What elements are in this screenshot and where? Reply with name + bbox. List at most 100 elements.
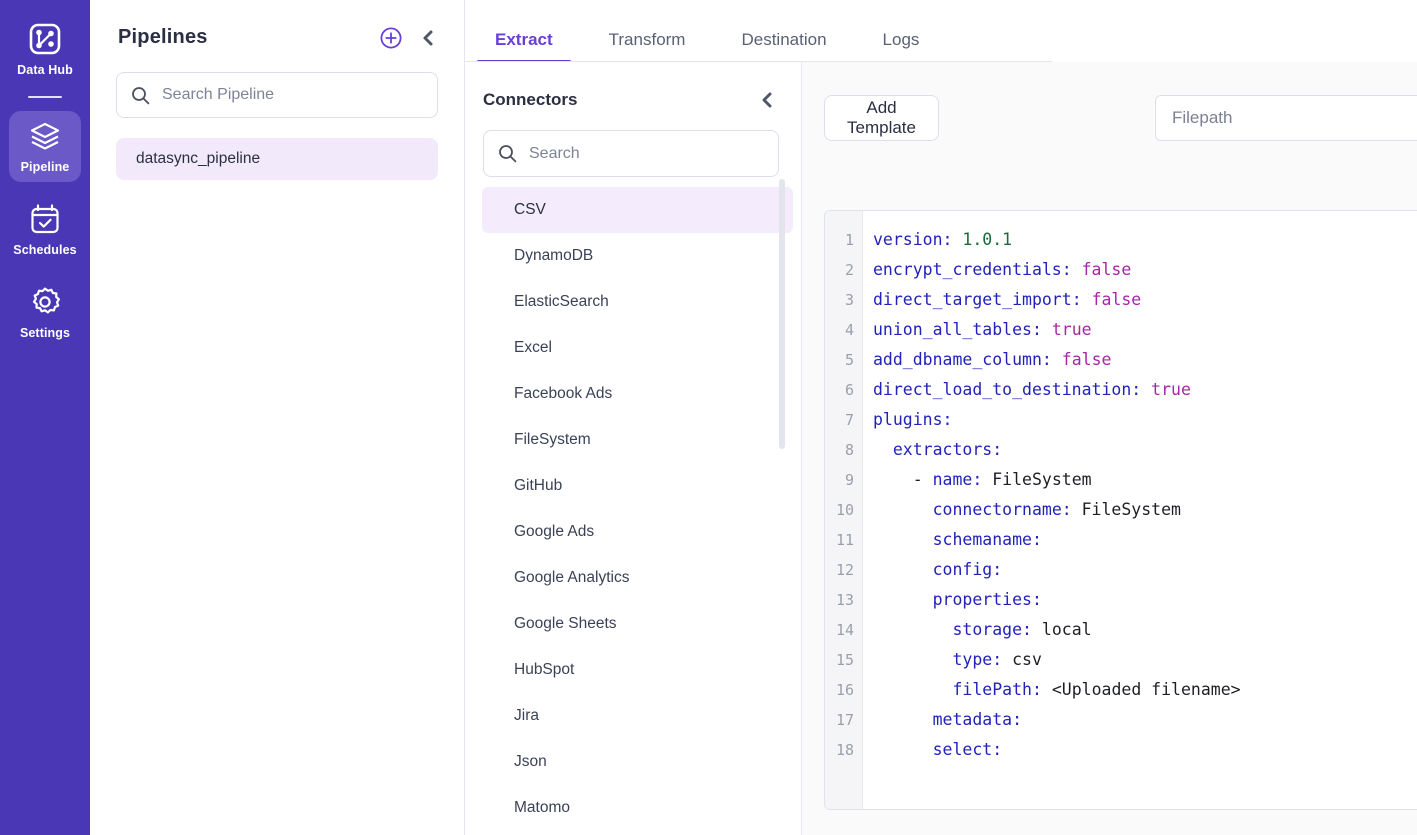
code-token: 1.0.1 [962, 230, 1012, 249]
code-token: - [873, 470, 933, 489]
collapse-connectors-chevron-left-icon[interactable] [759, 91, 775, 109]
list-item[interactable]: CSV [482, 187, 793, 233]
code-token: : [1032, 320, 1052, 339]
code-token: true [1052, 320, 1092, 339]
connector-label: FileSystem [514, 431, 591, 449]
page-title: Pipelines [118, 26, 380, 49]
filepath-input[interactable] [1155, 95, 1417, 141]
sidebar-item-label: Settings [20, 326, 70, 340]
code-token: direct_load_to_destination [873, 380, 1131, 399]
main-content: Extract Transform Destination Logs Conne… [465, 0, 1417, 835]
code-line: select: [873, 735, 1417, 765]
code-line: filePath: <Uploaded filename> [873, 675, 1417, 705]
code-token: storage [952, 620, 1022, 639]
code-token [873, 650, 952, 669]
search-input[interactable] [162, 86, 423, 104]
code-token: version [873, 230, 943, 249]
code-token [873, 620, 952, 639]
tab-logs[interactable]: Logs [883, 30, 920, 62]
tab-destination[interactable]: Destination [741, 30, 826, 62]
code-token: metadata [933, 710, 1012, 729]
code-token: : [1042, 350, 1062, 369]
connector-label: CSV [514, 201, 546, 219]
yaml-editor[interactable]: 123456789101112131415161718 version: 1.0… [824, 210, 1417, 810]
list-item[interactable]: datasync_pipeline [116, 138, 438, 180]
list-item[interactable]: Json [482, 739, 793, 785]
list-item[interactable]: Jira [482, 693, 793, 739]
line-number: 7 [825, 405, 862, 435]
code-token: properties [933, 590, 1032, 609]
sidebar-item-label: Pipeline [21, 160, 70, 174]
editor-toolbar: Add Template [802, 62, 1417, 150]
code-token: : [992, 440, 1002, 459]
connector-label: Excel [514, 339, 552, 357]
code-token: false [1092, 290, 1142, 309]
sidebar-item-pipeline[interactable]: Pipeline [9, 111, 81, 182]
code-token [873, 500, 933, 519]
list-item[interactable]: DynamoDB [482, 233, 793, 279]
pipelines-panel: Pipelines datasy [90, 0, 465, 835]
list-item[interactable]: Google Sheets [482, 601, 793, 647]
collapse-pipelines-chevron-left-icon[interactable] [420, 29, 436, 47]
sidebar-item-schedules[interactable]: Schedules [9, 194, 81, 265]
line-number: 6 [825, 375, 862, 405]
pipeline-search-box[interactable] [116, 72, 438, 118]
tab-label: Destination [741, 30, 826, 49]
layers-icon [28, 119, 62, 153]
tab-label: Transform [609, 30, 686, 49]
code-token: connectorname [933, 500, 1062, 519]
data-hub-icon [28, 22, 62, 56]
code-token: false [1062, 350, 1112, 369]
list-item[interactable]: Excel [482, 325, 793, 371]
list-item[interactable]: FileSystem [482, 417, 793, 463]
connector-label: ElasticSearch [514, 293, 609, 311]
code-token: : [992, 560, 1002, 579]
connector-label: HubSpot [514, 661, 574, 679]
code-line: connectorname: FileSystem [873, 495, 1417, 525]
list-item[interactable]: Matomo [482, 785, 793, 831]
code-token [873, 560, 933, 579]
plus-circle-icon[interactable] [380, 27, 402, 49]
list-item[interactable]: GitHub [482, 463, 793, 509]
tab-transform[interactable]: Transform [609, 30, 686, 62]
connector-label: Jira [514, 707, 539, 725]
line-number-gutter: 123456789101112131415161718 [825, 211, 863, 809]
list-item[interactable]: Facebook Ads [482, 371, 793, 417]
connector-search-box[interactable] [483, 130, 779, 177]
code-token: FileSystem [1082, 500, 1181, 519]
connectors-panel: Connectors CSV [465, 62, 802, 835]
list-item[interactable]: ElasticSearch [482, 279, 793, 325]
connector-list-scrollbar[interactable] [779, 179, 785, 449]
sidebar-item-data-hub[interactable]: Data Hub [9, 14, 81, 85]
sidebar-item-settings[interactable]: Settings [9, 277, 81, 348]
line-number: 11 [825, 525, 862, 555]
code-token [873, 530, 933, 549]
search-input[interactable] [529, 145, 764, 163]
code-line: encrypt_credentials: false [873, 255, 1417, 285]
sidebar-item-label: Data Hub [17, 63, 73, 77]
list-item[interactable]: HubSpot [482, 647, 793, 693]
add-template-button[interactable]: Add Template [824, 95, 939, 141]
connectors-header: Connectors [465, 62, 801, 110]
tab-extract[interactable]: Extract [495, 30, 553, 62]
editor-pane: Add Template 123456789101112131415161718… [802, 62, 1417, 835]
list-item[interactable]: Google Ads [482, 509, 793, 555]
line-number: 17 [825, 705, 862, 735]
list-item[interactable]: Google Analytics [482, 555, 793, 601]
code-token: direct_target_import [873, 290, 1072, 309]
filepath-field-wrap [1155, 95, 1417, 141]
left-nav-rail: Data Hub Pipeline Schedu [0, 0, 90, 835]
yaml-code-content[interactable]: version: 1.0.1encrypt_credentials: false… [863, 211, 1417, 809]
line-number: 16 [825, 675, 862, 705]
pipeline-list: datasync_pipeline [116, 138, 438, 180]
code-line: version: 1.0.1 [873, 225, 1417, 255]
line-number: 13 [825, 585, 862, 615]
gear-icon [28, 285, 62, 319]
pipeline-item-label: datasync_pipeline [136, 150, 260, 168]
tab-label: Logs [883, 30, 920, 49]
line-number: 9 [825, 465, 862, 495]
code-token: false [1082, 260, 1132, 279]
code-token: : [992, 740, 1002, 759]
connector-label: Google Ads [514, 523, 594, 541]
code-line: add_dbname_column: false [873, 345, 1417, 375]
